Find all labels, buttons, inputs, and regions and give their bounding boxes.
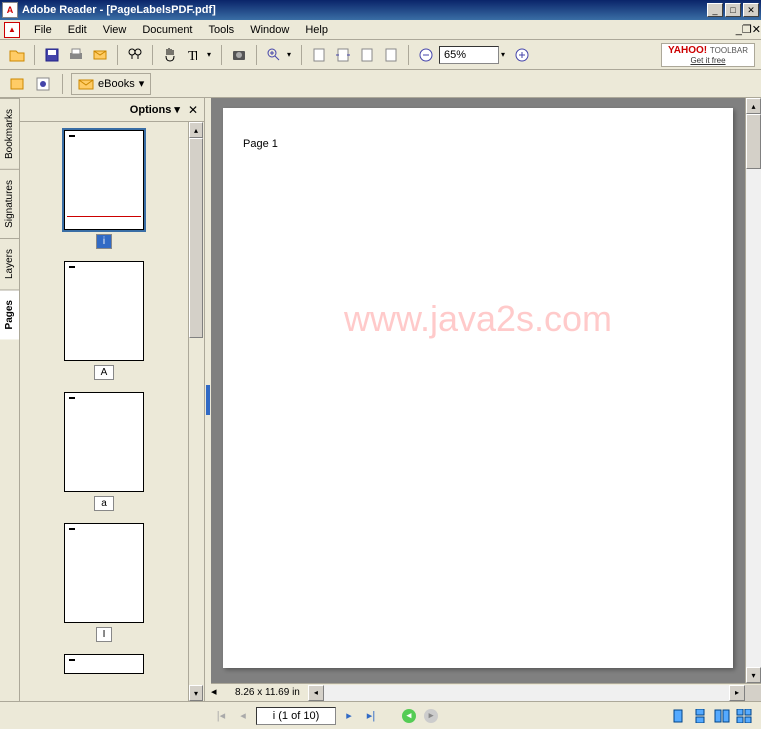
scroll-thumb[interactable] (189, 138, 203, 338)
window-title: Adobe Reader - [PageLabelsPDF.pdf] (22, 4, 705, 16)
app-icon: A (2, 2, 18, 18)
menu-file[interactable]: File (26, 22, 60, 38)
pages-panel-close-button[interactable]: ✕ (188, 103, 198, 117)
doc-scroll-up-button[interactable]: ▴ (746, 98, 761, 114)
page-dimensions: 8.26 x 11.69 in (227, 687, 308, 698)
page-content: Page 1 (223, 108, 733, 668)
menu-view[interactable]: View (95, 22, 135, 38)
pages-panel: Options ▾ ✕ i Aa I ▴ ▾ (20, 98, 205, 701)
thumbnail-label[interactable]: a (94, 496, 114, 511)
prev-page-button[interactable]: ◂ (234, 707, 252, 725)
pages-scrollbar[interactable]: ▴ ▾ (188, 122, 204, 701)
doc-icon: ▲ (4, 22, 20, 38)
maximize-button[interactable]: □ (725, 3, 741, 17)
sidetab-bookmarks[interactable]: Bookmarks (0, 98, 19, 169)
thumbnail-label[interactable]: i (96, 234, 112, 249)
thumbnail[interactable] (64, 130, 144, 230)
window-titlebar: A Adobe Reader - [PageLabelsPDF.pdf] _ □… (0, 0, 761, 20)
zoom-level-dropdown[interactable]: ▾ (501, 50, 509, 59)
sidetab-layers[interactable]: Layers (0, 238, 19, 289)
text-select-button[interactable]: T (183, 44, 205, 66)
page-area[interactable]: Page 1 www.java2s.com (211, 98, 745, 683)
scroll-up-button[interactable]: ▴ (189, 122, 203, 138)
svg-text:T: T (188, 49, 197, 63)
next-page-button[interactable]: ▸ (340, 707, 358, 725)
side-tabs: Bookmarks Signatures Layers Pages (0, 98, 20, 701)
thumbnail[interactable] (64, 392, 144, 492)
thumbnail[interactable] (64, 523, 144, 623)
pages-options-button[interactable]: Options ▾ (130, 103, 180, 116)
document-bottom-bar: ◂ 8.26 x 11.69 in ◂ ▸ (211, 683, 761, 701)
menu-document[interactable]: Document (134, 22, 200, 38)
tool-button-2[interactable] (32, 73, 54, 95)
text-select-dropdown[interactable]: ▾ (207, 50, 215, 59)
facing-view-button[interactable] (713, 707, 731, 725)
ebooks-dropdown-icon: ▾ (139, 77, 145, 90)
first-page-button[interactable]: |◂ (212, 707, 230, 725)
nav-back-button[interactable]: ◂ (400, 707, 418, 725)
tool-button-1[interactable] (6, 73, 28, 95)
open-button[interactable] (6, 44, 28, 66)
zoom-in-button-2[interactable] (511, 44, 533, 66)
workspace: Bookmarks Signatures Layers Pages Option… (0, 98, 761, 701)
zoom-in-button[interactable] (263, 44, 285, 66)
scroll-down-button[interactable]: ▾ (189, 685, 203, 701)
statusbar: |◂ ◂ i (1 of 10) ▸ ▸| ◂ ▸ (0, 701, 761, 729)
thumbnails-list: i Aa I (20, 122, 188, 701)
panel-collapse-button[interactable]: ◂ (211, 685, 227, 701)
print-button[interactable] (65, 44, 87, 66)
zoom-dropdown[interactable]: ▾ (287, 50, 295, 59)
last-page-button[interactable]: ▸| (362, 707, 380, 725)
thumbnail-label[interactable]: A (94, 365, 115, 380)
email-button[interactable] (89, 44, 111, 66)
menubar: ▲ File Edit View Document Tools Window H… (0, 20, 761, 40)
pages-panel-header: Options ▾ ✕ (20, 98, 204, 122)
document-horizontal-scrollbar[interactable]: ◂ ▸ (308, 685, 745, 701)
main-toolbar: T ▾ ▾ 65% ▾ YAHOO! TOOLBAR Get it free (0, 40, 761, 70)
hand-tool-button[interactable] (159, 44, 181, 66)
scrollbar-corner (745, 685, 761, 701)
yahoo-toolbar-promo[interactable]: YAHOO! TOOLBAR Get it free (661, 43, 755, 67)
continuous-view-button[interactable] (691, 707, 709, 725)
secondary-toolbar: eBooks ▾ (0, 70, 761, 98)
sidetab-pages[interactable]: Pages (0, 289, 19, 339)
actual-size-button[interactable] (356, 44, 378, 66)
thumbnail[interactable] (64, 261, 144, 361)
doc-restore-button[interactable]: ❐ (742, 23, 752, 36)
thumbnail-label[interactable]: I (96, 627, 113, 642)
ebooks-label: eBooks (98, 78, 135, 90)
minimize-button[interactable]: _ (707, 3, 723, 17)
save-button[interactable] (41, 44, 63, 66)
single-page-view-button[interactable] (669, 707, 687, 725)
doc-close-button[interactable]: ✕ (752, 23, 761, 36)
doc-hscroll-left-button[interactable]: ◂ (308, 685, 324, 701)
snapshot-button[interactable] (228, 44, 250, 66)
fit-width-button[interactable] (332, 44, 354, 66)
ebooks-icon (78, 77, 94, 91)
zoom-input[interactable]: 65% (439, 46, 499, 64)
doc-scroll-thumb[interactable] (746, 114, 761, 169)
menu-tools[interactable]: Tools (201, 22, 243, 38)
current-page-input[interactable]: i (1 of 10) (256, 707, 336, 725)
search-button[interactable] (124, 44, 146, 66)
nav-forward-button[interactable]: ▸ (422, 707, 440, 725)
close-button[interactable]: ✕ (743, 3, 759, 17)
fit-page-button[interactable] (308, 44, 330, 66)
document-view: Page 1 www.java2s.com ▴ ▾ ◂ 8.26 x 11.69… (211, 98, 761, 701)
doc-scroll-down-button[interactable]: ▾ (746, 667, 761, 683)
rotate-button[interactable] (380, 44, 402, 66)
document-vertical-scrollbar[interactable]: ▴ ▾ (745, 98, 761, 683)
menu-window[interactable]: Window (242, 22, 297, 38)
ebooks-button[interactable]: eBooks ▾ (71, 73, 151, 95)
thumbnail[interactable] (64, 654, 144, 674)
zoom-out-button[interactable] (415, 44, 437, 66)
sidetab-signatures[interactable]: Signatures (0, 169, 19, 238)
continuous-facing-view-button[interactable] (735, 707, 753, 725)
page-text: Page 1 (243, 138, 713, 150)
menu-help[interactable]: Help (297, 22, 336, 38)
menu-edit[interactable]: Edit (60, 22, 95, 38)
doc-hscroll-right-button[interactable]: ▸ (729, 685, 745, 701)
